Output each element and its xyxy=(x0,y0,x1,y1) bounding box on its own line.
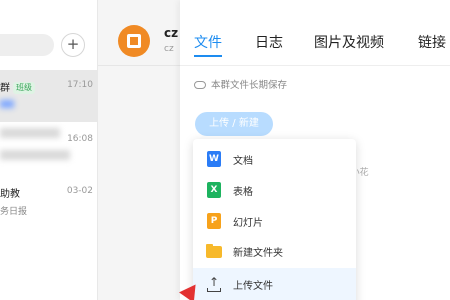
tab-media[interactable]: 图片及视频 xyxy=(314,32,384,52)
group-subtitle: cz xyxy=(164,44,174,54)
tab-links[interactable]: 链接 xyxy=(418,32,446,52)
menu-item-sheet[interactable]: X 表格 xyxy=(193,176,356,204)
chat-list-item[interactable]: 16:08 xyxy=(0,124,98,174)
menu-item-new-folder[interactable]: 新建文件夹 xyxy=(193,237,356,265)
chat-title: 助教 xyxy=(0,189,20,200)
active-tab-indicator xyxy=(194,55,222,57)
slides-icon: P xyxy=(207,213,221,229)
group-name: cz xyxy=(164,26,179,40)
chat-list-item[interactable]: 助教 03-02 务日报 xyxy=(0,176,98,226)
group-avatar[interactable] xyxy=(118,25,150,57)
chat-time: 17:10 xyxy=(67,80,93,90)
word-doc-icon: W xyxy=(207,151,221,167)
chat-time: 03-02 xyxy=(66,186,93,196)
chat-title: 群 xyxy=(0,83,10,94)
folder-icon xyxy=(206,246,222,258)
chat-list-item[interactable]: 群班级 17:10 xyxy=(0,70,98,122)
menu-item-upload-file[interactable]: ↑ 上传文件 xyxy=(193,268,356,300)
blurred-preview xyxy=(0,100,14,108)
chat-badge: 班级 xyxy=(13,82,35,94)
chat-preview: 务日报 xyxy=(0,207,28,217)
search-input[interactable] xyxy=(0,34,54,56)
chat-time: 16:08 xyxy=(67,134,93,144)
blurred-preview xyxy=(0,150,70,160)
menu-item-slides[interactable]: P 幻灯片 xyxy=(193,207,356,235)
tab-files[interactable]: 文件 xyxy=(194,32,222,52)
spreadsheet-icon: X xyxy=(207,182,221,198)
menu-item-doc[interactable]: W 文档 xyxy=(193,145,356,173)
tab-logs[interactable]: 日志 xyxy=(255,32,283,52)
storage-note: 本群文件长期保存 xyxy=(194,77,287,91)
panel-tabs: 文件 日志 图片及视频 链接 xyxy=(180,0,450,66)
create-menu: W 文档 X 表格 P 幻灯片 新建文件夹 ↑ 上传文件 xyxy=(193,139,356,300)
cloud-icon xyxy=(194,81,206,89)
add-button[interactable]: + xyxy=(61,33,85,57)
chat-list-panel: + 群班级 17:10 16:08 助教 03-02 务日报 xyxy=(0,0,98,300)
upload-icon: ↑ xyxy=(208,275,220,289)
app-window: + 群班级 17:10 16:08 助教 03-02 务日报 cz cz 文件 … xyxy=(0,0,450,300)
blurred-title xyxy=(0,128,60,138)
upload-new-button[interactable]: 上传 / 新建 xyxy=(195,112,273,136)
